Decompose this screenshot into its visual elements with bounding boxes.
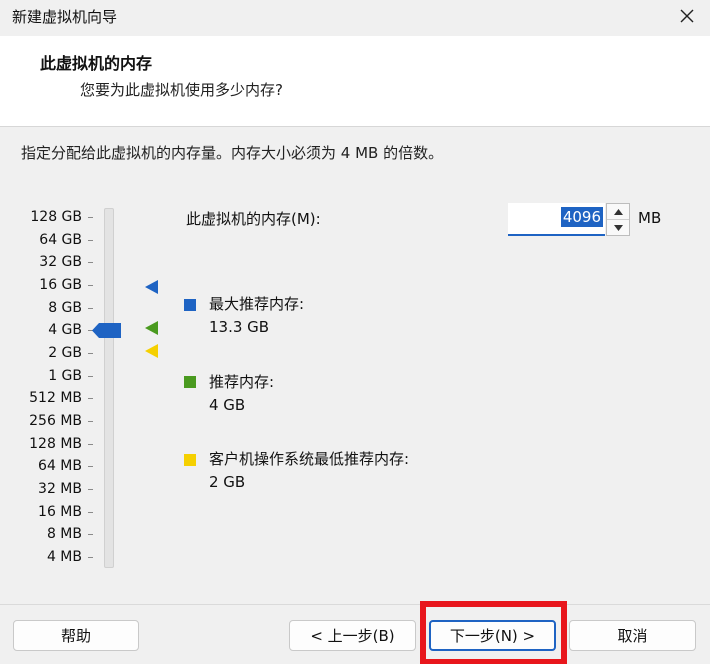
next-button[interactable]: 下一步(N) > bbox=[429, 620, 556, 651]
max-recommended-marker-icon bbox=[145, 280, 158, 294]
memory-input-value[interactable]: 4096 bbox=[560, 207, 603, 227]
scale-tick bbox=[88, 534, 93, 535]
memory-input[interactable]: 4096 bbox=[508, 203, 605, 236]
scale-label: 512 MB bbox=[29, 390, 82, 406]
page-subtitle: 您要为此虚拟机使用多少内存? bbox=[80, 81, 283, 99]
scale-tick bbox=[88, 376, 93, 377]
memory-stepper[interactable] bbox=[606, 203, 630, 236]
scale-tick bbox=[88, 421, 93, 422]
scale-label: 256 MB bbox=[29, 413, 82, 429]
recommended-marker-icon bbox=[145, 321, 158, 335]
recommended-label: 推荐内存: bbox=[209, 373, 275, 391]
memory-unit: MB bbox=[638, 209, 662, 227]
guest-min-marker-icon bbox=[145, 344, 158, 358]
scale-label: 2 GB bbox=[48, 345, 82, 361]
scale-tick bbox=[88, 557, 93, 558]
recommended-swatch bbox=[184, 376, 196, 388]
scale-label: 1 GB bbox=[48, 368, 82, 384]
max-recommended-label: 最大推荐内存: bbox=[209, 295, 305, 313]
scale-label: 16 GB bbox=[39, 277, 82, 293]
memory-field-label: 此虚拟机的内存(M): bbox=[186, 210, 321, 228]
scale-tick bbox=[88, 398, 93, 399]
footer-divider bbox=[0, 604, 710, 605]
scale-label: 8 GB bbox=[48, 300, 82, 316]
memory-slider-thumb[interactable] bbox=[92, 323, 122, 338]
stepper-up-button[interactable] bbox=[607, 204, 629, 220]
scale-label: 4 MB bbox=[46, 549, 82, 565]
new-vm-wizard-window: 新建虚拟机向导 此虚拟机的内存 您要为此虚拟机使用多少内存? 指定分配给此虚拟机… bbox=[0, 0, 710, 664]
window-title: 新建虚拟机向导 bbox=[12, 8, 118, 26]
chevron-up-icon bbox=[613, 208, 623, 215]
scale-tick bbox=[88, 262, 93, 263]
max-recommended-swatch bbox=[184, 299, 196, 311]
scale-label: 4 GB bbox=[48, 322, 82, 338]
close-icon bbox=[680, 9, 694, 23]
scale-tick bbox=[88, 512, 93, 513]
chevron-down-icon bbox=[613, 224, 623, 231]
recommended-value: 4 GB bbox=[209, 396, 246, 414]
scale-tick bbox=[88, 489, 93, 490]
scale-label: 128 MB bbox=[29, 436, 82, 452]
stepper-down-button[interactable] bbox=[607, 220, 629, 235]
instruction-text: 指定分配给此虚拟机的内存量。内存大小必须为 4 MB 的倍数。 bbox=[21, 144, 444, 162]
scale-tick bbox=[88, 240, 93, 241]
close-button[interactable] bbox=[664, 0, 710, 32]
help-button[interactable]: 帮助 bbox=[13, 620, 139, 651]
scale-tick bbox=[88, 353, 93, 354]
page-title: 此虚拟机的内存 bbox=[40, 54, 153, 73]
cancel-button[interactable]: 取消 bbox=[569, 620, 696, 651]
guest-min-value: 2 GB bbox=[209, 473, 246, 491]
scale-label: 8 MB bbox=[46, 526, 82, 542]
scale-label: 128 GB bbox=[30, 209, 82, 225]
guest-min-swatch bbox=[184, 454, 196, 466]
max-recommended-value: 13.3 GB bbox=[209, 318, 270, 336]
wizard-header: 此虚拟机的内存 您要为此虚拟机使用多少内存? bbox=[0, 36, 710, 126]
title-bar: 新建虚拟机向导 bbox=[0, 0, 710, 32]
scale-tick bbox=[88, 217, 93, 218]
scale-tick bbox=[88, 308, 93, 309]
scale-label: 32 GB bbox=[39, 254, 82, 270]
back-button[interactable]: < 上一步(B) bbox=[289, 620, 416, 651]
scale-tick bbox=[88, 466, 93, 467]
scale-label: 64 MB bbox=[38, 458, 82, 474]
guest-min-label: 客户机操作系统最低推荐内存: bbox=[209, 450, 410, 468]
memory-slider-track[interactable] bbox=[104, 208, 114, 568]
scale-label: 16 MB bbox=[38, 504, 82, 520]
scale-label: 64 GB bbox=[39, 232, 82, 248]
scale-tick bbox=[88, 444, 93, 445]
scale-label: 32 MB bbox=[38, 481, 82, 497]
scale-tick bbox=[88, 285, 93, 286]
header-divider bbox=[0, 126, 710, 127]
